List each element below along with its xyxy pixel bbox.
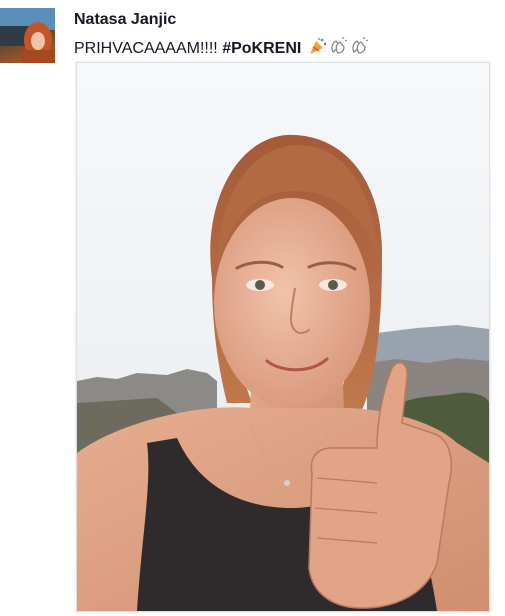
necklace-pendant [284, 480, 290, 486]
post-text-body: PRIHVACAAAAM!!!! [74, 40, 223, 57]
clapping-hands-icon [329, 36, 348, 61]
author-name[interactable]: Natasa Janjic [74, 11, 176, 29]
post-photo[interactable] [76, 62, 490, 612]
post-text: PRIHVACAAAAM!!!! #PoKRENI [74, 36, 369, 61]
facebook-post: Natasa Janjic PRIHVACAAAAM!!!! #PoKRENI [0, 0, 505, 616]
party-popper-icon [308, 37, 327, 61]
hashtag-link[interactable]: #PoKRENI [222, 40, 301, 57]
clapping-hands-icon [350, 36, 369, 61]
selfie-photo [77, 63, 489, 611]
author-avatar[interactable] [0, 8, 55, 63]
avatar-image [0, 8, 55, 63]
